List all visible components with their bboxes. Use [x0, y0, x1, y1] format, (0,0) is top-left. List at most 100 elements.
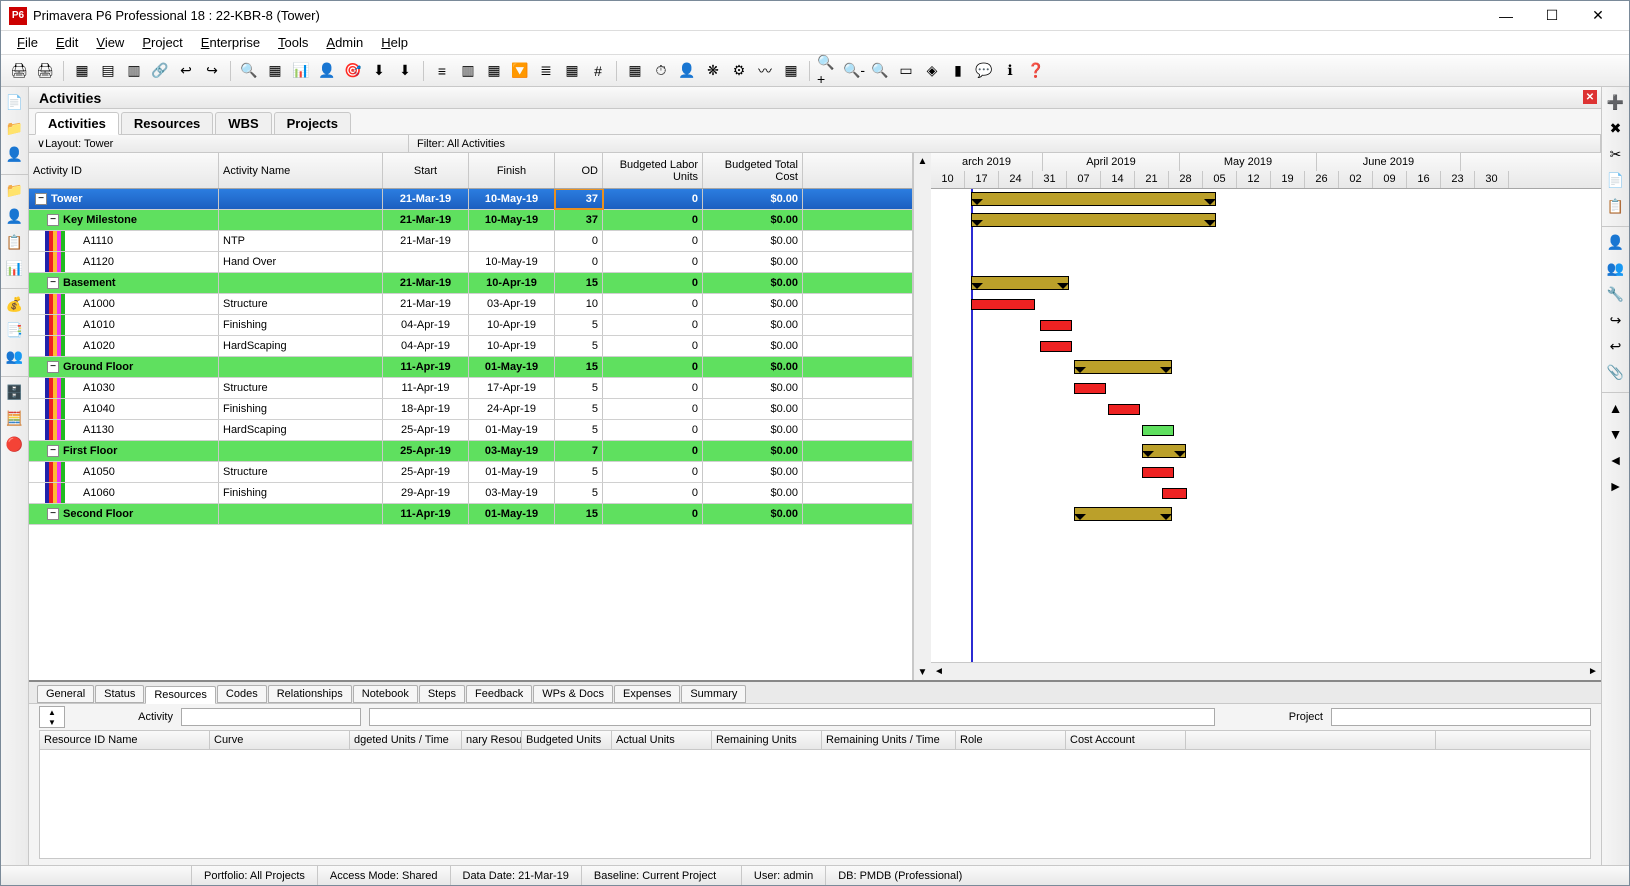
users-icon[interactable]: 👥: [4, 345, 26, 367]
gantt-bar[interactable]: [1142, 467, 1174, 478]
left-icon[interactable]: ◄: [1605, 449, 1627, 471]
layout-label[interactable]: ∨ Layout: Tower: [29, 135, 409, 152]
detail-spinner[interactable]: ▲▼: [39, 706, 65, 728]
activity-name-field[interactable]: [369, 708, 1215, 726]
menu-edit[interactable]: Edit: [48, 33, 86, 52]
grid-row[interactable]: A1130HardScaping25-Apr-1901-May-1950$0.0…: [29, 420, 912, 441]
list-icon[interactable]: 📋: [4, 231, 26, 253]
scroll-left-icon[interactable]: ◄: [931, 663, 947, 680]
scrollbar-vertical[interactable]: ▲ ▼: [913, 153, 931, 680]
folder-icon[interactable]: 📁: [4, 117, 26, 139]
filter-label[interactable]: Filter: All Activities: [409, 135, 1601, 152]
toolbar-button[interactable]: 🖨: [33, 59, 57, 83]
detail-tab-relationships[interactable]: Relationships: [268, 685, 352, 703]
toolbar-button[interactable]: ▭: [894, 59, 918, 83]
toolbar-button[interactable]: 💬: [972, 59, 996, 83]
toolbar-button[interactable]: ◈: [920, 59, 944, 83]
grid-row[interactable]: A1010Finishing04-Apr-1910-Apr-1950$0.00: [29, 315, 912, 336]
detail-col[interactable]: Cost Account: [1066, 731, 1186, 749]
gantt-bar[interactable]: [1162, 488, 1187, 499]
toolbar-button[interactable]: 🔍+: [816, 59, 840, 83]
scrollbar-horizontal[interactable]: ◄ ►: [931, 662, 1601, 680]
add-icon[interactable]: ➕: [1605, 91, 1627, 113]
toolbar-button[interactable]: ▥: [456, 59, 480, 83]
detail-col[interactable]: nary Resou: [462, 731, 522, 749]
detail-tab-resources[interactable]: Resources: [145, 686, 216, 704]
detail-col[interactable]: Resource ID Name: [40, 731, 210, 749]
detail-tab-expenses[interactable]: Expenses: [614, 685, 680, 703]
toolbar-button[interactable]: ▥: [122, 59, 146, 83]
detail-tab-feedback[interactable]: Feedback: [466, 685, 532, 703]
detail-col[interactable]: Budgeted Units: [522, 731, 612, 749]
expand-icon[interactable]: −: [47, 277, 59, 289]
role-icon[interactable]: 👥: [1605, 257, 1627, 279]
up-icon[interactable]: ▲: [1605, 397, 1627, 419]
db-icon[interactable]: 🗄️: [4, 381, 26, 403]
detail-col[interactable]: Remaining Units / Time: [822, 731, 956, 749]
toolbar-button[interactable]: ▦: [779, 59, 803, 83]
delete-icon[interactable]: ✖: [1605, 117, 1627, 139]
toolbar-button[interactable]: ⬇: [367, 59, 391, 83]
tab-wbs[interactable]: WBS: [215, 112, 271, 134]
tab-projects[interactable]: Projects: [274, 112, 351, 134]
toolbar-button[interactable]: #: [586, 59, 610, 83]
menu-view[interactable]: View: [88, 33, 132, 52]
detail-col[interactable]: Actual Units: [612, 731, 712, 749]
toolbar-button[interactable]: 🔗: [148, 59, 172, 83]
folder2-icon[interactable]: 📁: [4, 179, 26, 201]
gantt-bar[interactable]: [971, 299, 1035, 310]
toolbar-button[interactable]: ▦: [560, 59, 584, 83]
col-btc[interactable]: Budgeted Total Cost: [703, 153, 803, 188]
toolbar-button[interactable]: ↩: [174, 59, 198, 83]
toolbar-button[interactable]: ❋: [701, 59, 725, 83]
gantt-bar[interactable]: [1108, 404, 1140, 415]
grid-body[interactable]: −Tower21-Mar-1910-May-19370$0.00−Key Mil…: [29, 189, 912, 680]
tab-resources[interactable]: Resources: [121, 112, 213, 134]
pred-icon[interactable]: ↪: [1605, 309, 1627, 331]
toolbar-button[interactable]: ▦: [70, 59, 94, 83]
toolbar-button[interactable]: ▮: [946, 59, 970, 83]
detail-tab-notebook[interactable]: Notebook: [353, 685, 418, 703]
gantt-bar[interactable]: [1074, 360, 1172, 374]
paste-icon[interactable]: 📋: [1605, 195, 1627, 217]
person-icon[interactable]: 👤: [4, 143, 26, 165]
succ-icon[interactable]: ↩: [1605, 335, 1627, 357]
toolbar-button[interactable]: ≡: [430, 59, 454, 83]
step-icon[interactable]: 📎: [1605, 361, 1627, 383]
col-blu[interactable]: Budgeted Labor Units: [603, 153, 703, 188]
grid-row[interactable]: A1020HardScaping04-Apr-1910-Apr-1950$0.0…: [29, 336, 912, 357]
gantt-bar[interactable]: [1040, 320, 1072, 331]
minimize-button[interactable]: —: [1483, 2, 1529, 30]
toolbar-button[interactable]: 👤: [315, 59, 339, 83]
gantt-bar[interactable]: [971, 192, 1216, 206]
detail-table-body[interactable]: [39, 750, 1591, 859]
grid-row[interactable]: −First Floor25-Apr-1903-May-1970$0.00: [29, 441, 912, 462]
detail-col[interactable]: Role: [956, 731, 1066, 749]
grid-row[interactable]: A1110NTP21-Mar-1900$0.00: [29, 231, 912, 252]
flag-icon[interactable]: 🔴: [4, 433, 26, 455]
detail-tab-summary[interactable]: Summary: [681, 685, 746, 703]
toolbar-button[interactable]: 📊: [289, 59, 313, 83]
detail-tab-steps[interactable]: Steps: [419, 685, 465, 703]
grid-row[interactable]: −Ground Floor11-Apr-1901-May-19150$0.00: [29, 357, 912, 378]
toolbar-button[interactable]: ▤: [96, 59, 120, 83]
doc-icon[interactable]: 📄: [4, 91, 26, 113]
toolbar-button[interactable]: 🎯: [341, 59, 365, 83]
grid-row[interactable]: A1000Structure21-Mar-1903-Apr-19100$0.00: [29, 294, 912, 315]
scroll-up-icon[interactable]: ▲: [914, 153, 931, 169]
expand-icon[interactable]: −: [47, 445, 59, 457]
detail-col[interactable]: [1186, 731, 1436, 749]
toolbar-button[interactable]: ℹ: [998, 59, 1022, 83]
tab-activities[interactable]: Activities: [35, 112, 119, 135]
detail-col[interactable]: Remaining Units: [712, 731, 822, 749]
menu-enterprise[interactable]: Enterprise: [193, 33, 268, 52]
project-field[interactable]: [1331, 708, 1591, 726]
toolbar-button[interactable]: 🖨: [7, 59, 31, 83]
expand-icon[interactable]: −: [47, 361, 59, 373]
col-activity-name[interactable]: Activity Name: [219, 153, 383, 188]
toolbar-button[interactable]: 🔍-: [842, 59, 866, 83]
grid-row[interactable]: −Second Floor11-Apr-1901-May-19150$0.00: [29, 504, 912, 525]
menu-admin[interactable]: Admin: [318, 33, 371, 52]
detail-tab-wpsdocs[interactable]: WPs & Docs: [533, 685, 613, 703]
code-icon[interactable]: 🔧: [1605, 283, 1627, 305]
